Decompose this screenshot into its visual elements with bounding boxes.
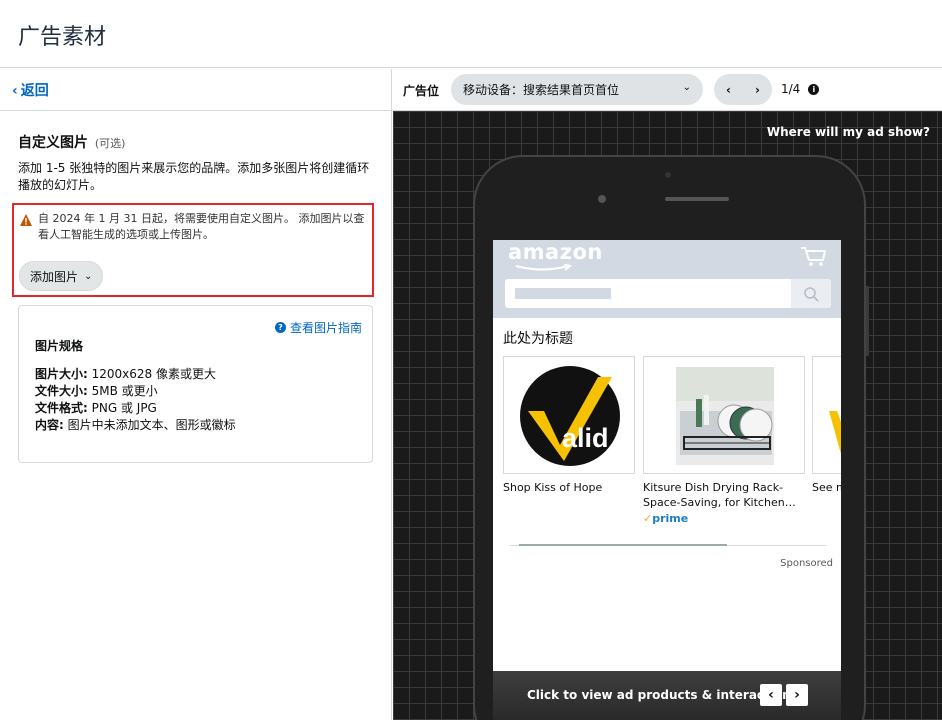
amazon-header: amazon: [493, 240, 841, 318]
valid-logo-image: alid: [520, 366, 620, 466]
spec-key: 图片大小:: [35, 367, 88, 381]
camera-dot: [665, 172, 671, 178]
where-ad-show-link[interactable]: Where will my ad show?: [767, 125, 930, 139]
prime-badge: ✓prime: [643, 512, 688, 525]
placement-value: 移动设备：搜索结果首页首位: [463, 83, 620, 97]
phone-side-button: [866, 286, 869, 356]
placement-page-indicator: 1/4 i: [781, 82, 820, 96]
page-indicator-text: 1/4: [781, 82, 801, 96]
help-icon: ?: [274, 322, 286, 333]
svg-text:alid: alid: [562, 423, 609, 453]
spec-list: 图片大小: 1200x628 像素或更大 文件大小: 5MB 或更小 文件格式:…: [35, 366, 236, 434]
spec-key: 内容:: [35, 418, 64, 432]
prev-placement-button[interactable]: ‹: [726, 83, 731, 97]
info-icon[interactable]: i: [808, 83, 820, 95]
product-card-dish-rack: [643, 356, 805, 474]
preview-panel: 广告位 移动设备：搜索结果首页首位 ⌄ ‹ › 1/4 i Where will…: [393, 69, 942, 720]
left-topbar: ‹ 返回: [0, 69, 392, 111]
chevron-down-icon: ⌄: [682, 82, 691, 93]
image-guide-link[interactable]: ? 查看图片指南: [274, 319, 362, 336]
warning-text: 自 2024 年 1 月 31 日起，将需要使用自定义图片。 添加图片以查看人工…: [38, 212, 365, 241]
interaction-text: Click to view ad products & interaction: [527, 688, 791, 702]
prime-check-icon: ✓: [643, 512, 653, 525]
spec-value: 5MB 或更小: [91, 384, 158, 398]
prime-label: prime: [652, 512, 689, 525]
search-icon: [791, 279, 831, 308]
partial-logo-image: [829, 411, 841, 454]
amazon-smile-icon: [515, 264, 573, 271]
optional-label: (可选): [94, 137, 126, 150]
placement-nav: ‹ ›: [714, 74, 772, 105]
product-caption: See m Hope: [812, 481, 841, 494]
back-label: 返回: [20, 83, 49, 99]
spec-value: PNG 或 JPG: [91, 401, 157, 415]
interaction-bar: Click to view ad products & interaction …: [493, 671, 841, 720]
chevron-down-icon: ⌄: [84, 270, 93, 282]
placement-select[interactable]: 移动设备：搜索结果首页首位 ⌄: [451, 74, 703, 105]
ad-headline: 此处为标题: [503, 331, 573, 347]
placement-label: 广告位: [403, 84, 440, 98]
phone-screen: amazon 此处为标题 alid Shop Kiss of Hope Kits…: [493, 240, 841, 720]
phone-speaker: [665, 197, 729, 201]
spec-key: 文件格式:: [35, 401, 88, 415]
spec-row: 文件大小: 5MB 或更小: [35, 383, 236, 400]
spec-value: 图片中未添加文本、图形或徽标: [67, 418, 236, 432]
add-image-button[interactable]: 添加图片 ⌄: [19, 261, 104, 291]
back-button[interactable]: ‹ 返回: [12, 80, 49, 100]
custom-image-title-text: 自定义图片: [18, 135, 88, 151]
custom-image-title: 自定义图片 (可选): [18, 132, 125, 152]
next-placement-button[interactable]: ›: [755, 83, 760, 97]
page-header: 广告素材: [0, 0, 942, 68]
front-camera: [598, 195, 606, 203]
spec-value: 1200x628 像素或更大: [91, 367, 217, 381]
amazon-search-bar: [505, 279, 831, 308]
cart-icon: [801, 247, 827, 266]
spec-row: 内容: 图片中未添加文本、图形或徽标: [35, 417, 236, 434]
preview-toolbar: 广告位 移动设备：搜索结果首页首位 ⌄ ‹ › 1/4 i: [393, 69, 942, 111]
sponsored-label: Sponsored: [780, 558, 833, 569]
carousel-scroll-thumb[interactable]: [519, 544, 727, 546]
page-title: 广告素材: [18, 25, 107, 50]
search-placeholder-block: [515, 288, 611, 299]
product-caption: Shop Kiss of Hope: [503, 481, 603, 494]
amazon-logo: amazon: [508, 240, 603, 271]
spec-row: 文件格式: PNG 或 JPG: [35, 400, 236, 417]
spec-key: 文件大小:: [35, 384, 88, 398]
warning-box: 自 2024 年 1 月 31 日起，将需要使用自定义图片。 添加图片以查看人工…: [12, 203, 374, 297]
cta-next-button[interactable]: ›: [786, 684, 808, 706]
amazon-logo-text: amazon: [508, 240, 603, 264]
chevron-left-icon: ‹: [12, 83, 18, 99]
dish-rack-image: [644, 357, 804, 473]
spec-title: 图片规格: [35, 339, 84, 353]
image-spec-card: ? 查看图片指南 图片规格 图片大小: 1200x628 像素或更大 文件大小:…: [18, 305, 373, 463]
warning-icon: [20, 214, 32, 226]
product-card-partial: [812, 356, 841, 474]
preview-stage: Where will my ad show? amazon 此处为标题 alid…: [393, 111, 942, 720]
spec-row: 图片大小: 1200x628 像素或更大: [35, 366, 236, 383]
left-panel: ‹ 返回 自定义图片 (可选) 添加 1-5 张独特的图片来展示您的品牌。添加多张…: [0, 69, 392, 720]
image-guide-label: 查看图片指南: [289, 321, 362, 335]
brand-logo-card: alid: [503, 356, 635, 474]
custom-image-description: 添加 1-5 张独特的图片来展示您的品牌。添加多张图片将创建循环播放的幻灯片。: [18, 161, 370, 192]
add-image-label: 添加图片: [30, 269, 79, 284]
cta-prev-button[interactable]: ‹: [760, 684, 782, 706]
product-caption: Kitsure Dish Drying Rack- Space-Saving, …: [643, 481, 796, 509]
